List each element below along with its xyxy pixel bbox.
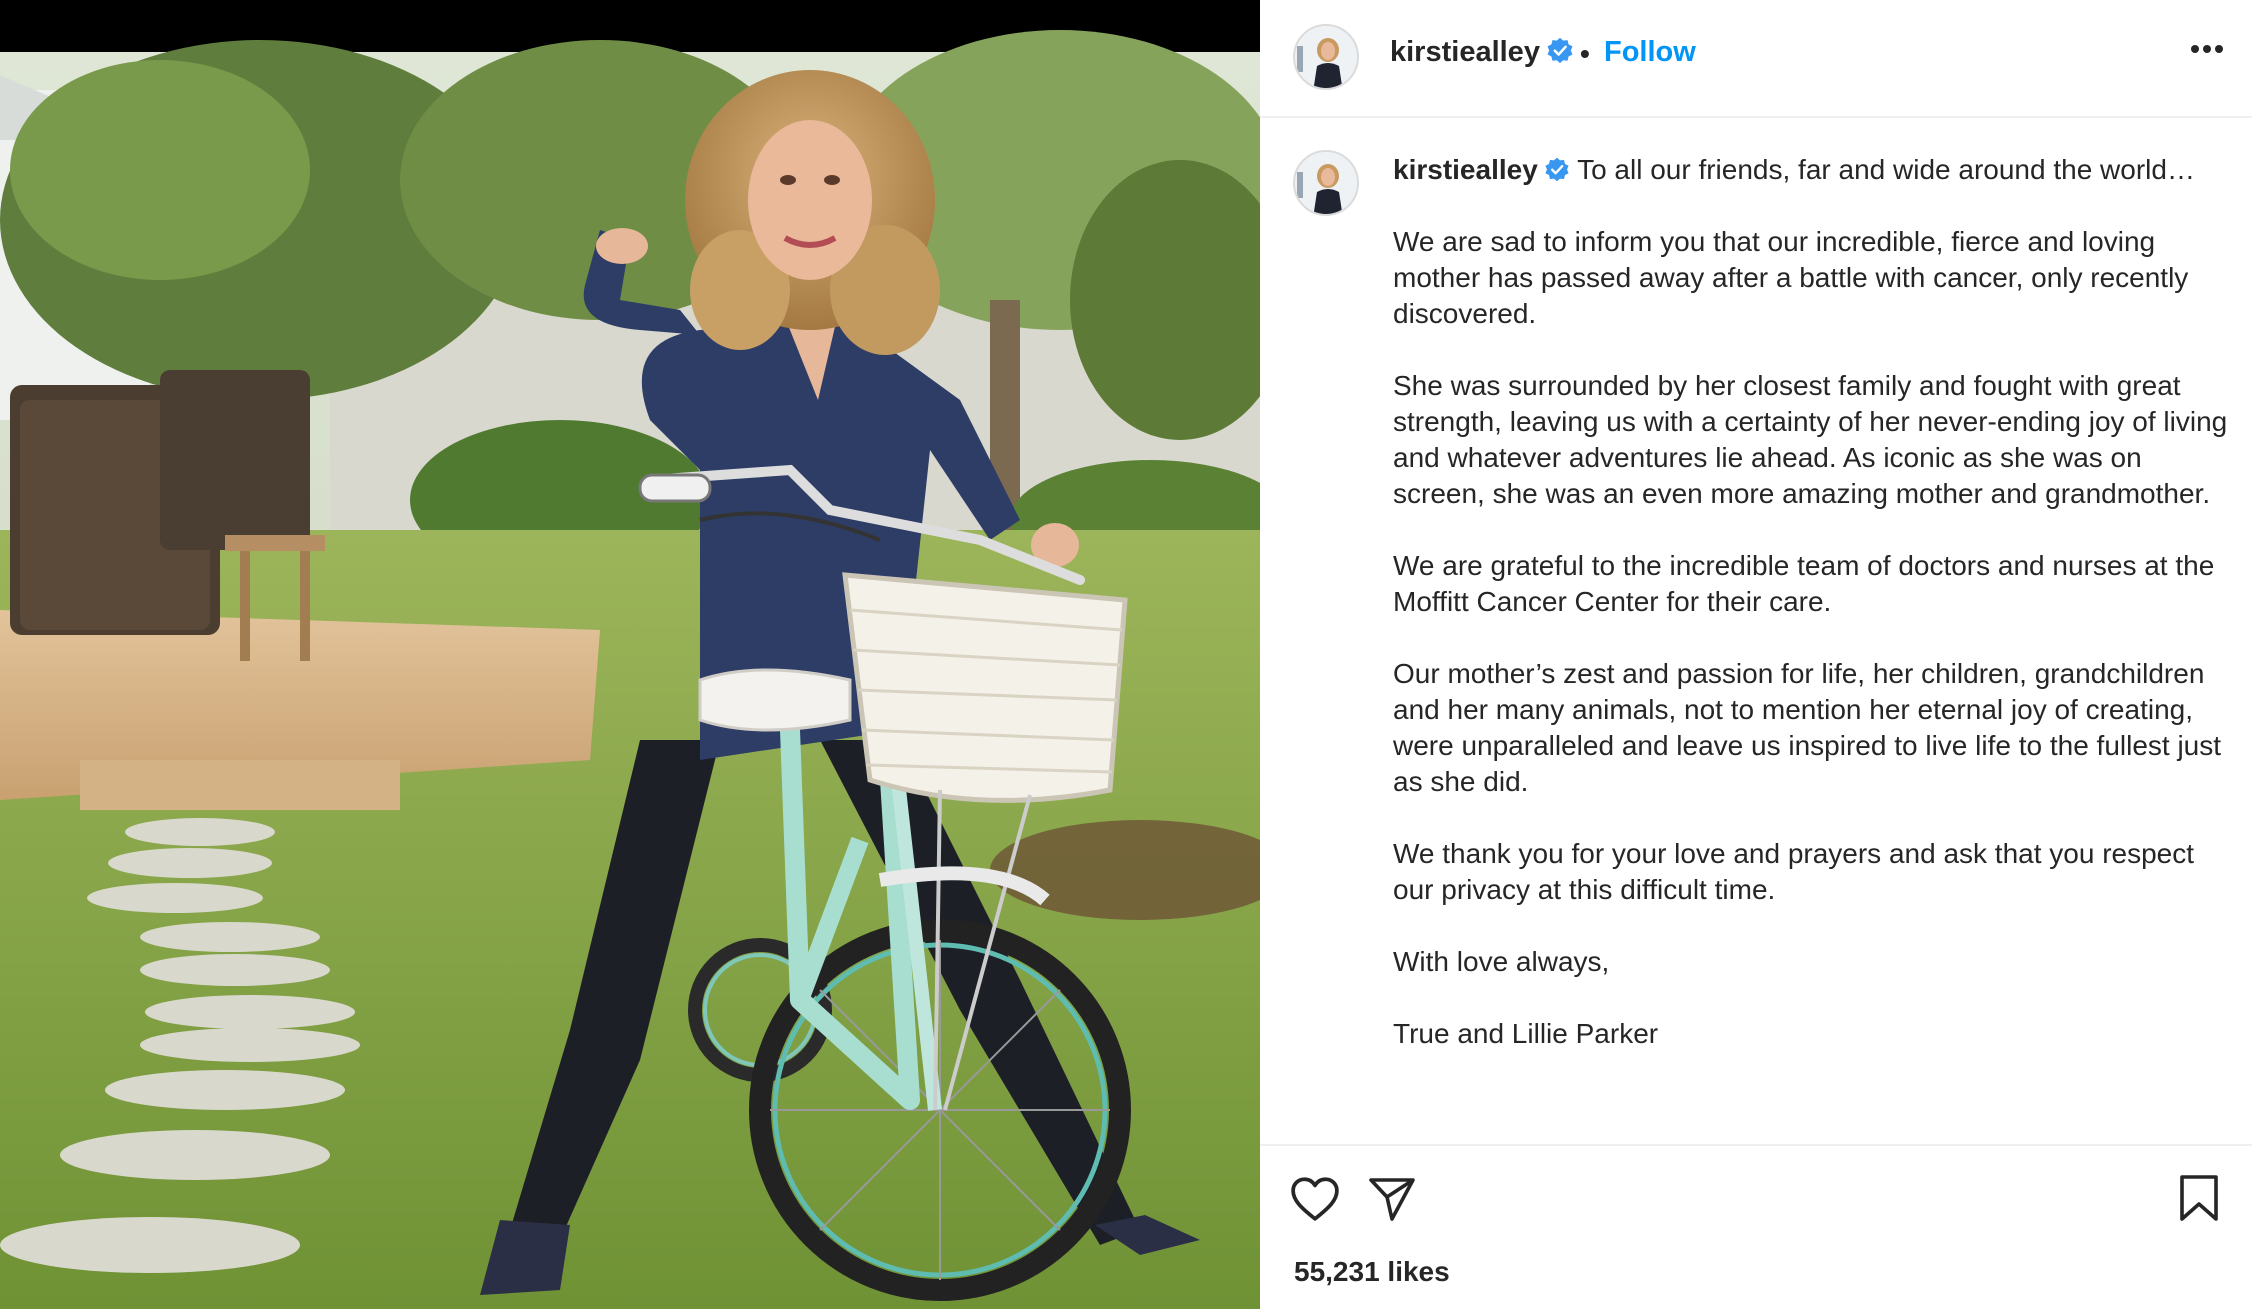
action-bar: 55,231 likes <box>1260 1144 2252 1309</box>
separator-dot: • <box>1580 38 1590 69</box>
caption-first-line: To all our friends, far and wide around … <box>1577 154 2195 185</box>
avatar-image <box>1295 26 1357 88</box>
post-header: kirstiealley • Follow <box>1260 0 2252 118</box>
caption-paragraph: She was surrounded by her closest family… <box>1393 370 2228 509</box>
username-text: kirstiealley <box>1390 36 1540 68</box>
bookmark-icon[interactable] <box>2178 1174 2220 1222</box>
caption-first-paragraph: kirstiealley To all our friends, far and… <box>1393 152 2228 188</box>
caption-text: kirstiealley To all our friends, far and… <box>1393 152 2228 1052</box>
send-icon[interactable] <box>1368 1176 1416 1222</box>
instagram-post: kirstiealley • Follow kirstiealley To al… <box>0 0 2252 1309</box>
caption-paragraph: Our mother’s zest and passion for life, … <box>1393 658 2222 797</box>
avatar-image <box>1295 152 1357 214</box>
post-photo[interactable] <box>0 0 1260 1309</box>
post-side-panel: kirstiealley • Follow kirstiealley To al… <box>1260 0 2252 1309</box>
caption-section: kirstiealley To all our friends, far and… <box>1260 120 2252 1144</box>
username-link[interactable]: kirstiealley <box>1390 36 1574 69</box>
caption-paragraph: We are sad to inform you that our incred… <box>1393 226 2189 329</box>
caption-paragraph: We are grateful to the incredible team o… <box>1393 550 2215 617</box>
caption-avatar[interactable] <box>1293 150 1359 216</box>
more-options-icon[interactable] <box>2190 44 2224 54</box>
avatar[interactable] <box>1293 24 1359 90</box>
caption-paragraph: True and Lillie Parker <box>1393 1018 1659 1049</box>
heart-icon[interactable] <box>1290 1176 1340 1222</box>
caption-paragraph: With love always, <box>1393 946 1610 977</box>
follow-button[interactable]: Follow <box>1604 36 1696 69</box>
caption-username[interactable]: kirstiealley <box>1393 154 1538 185</box>
likes-count[interactable]: 55,231 likes <box>1294 1256 1450 1288</box>
photo-woman-on-bicycle <box>0 0 1260 1309</box>
verified-badge-icon <box>1547 37 1573 64</box>
verified-badge-icon <box>1545 157 1569 182</box>
caption-paragraph: We thank you for your love and prayers a… <box>1393 838 2195 905</box>
